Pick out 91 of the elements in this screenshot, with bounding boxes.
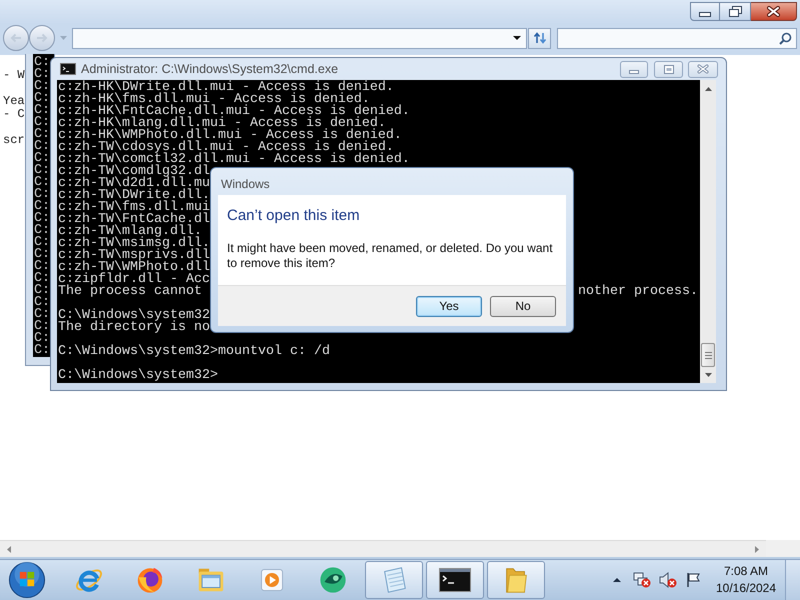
- start-button[interactable]: [6, 560, 48, 600]
- speaker-muted-icon: [659, 572, 677, 588]
- restore-icon: [728, 6, 742, 17]
- console-line: c:zh-TW\mlang.dll.: [58, 226, 202, 238]
- page-text: Yea: [3, 95, 25, 108]
- play-icon: [258, 566, 286, 594]
- dialog-button[interactable]: Yes: [416, 296, 482, 316]
- network-error-icon: [633, 572, 651, 588]
- console-line-fragment: nother process.: [578, 286, 698, 298]
- console-line: C:: [34, 273, 50, 285]
- refresh-icon: [532, 31, 546, 45]
- taskbar-app-button[interactable]: [426, 561, 484, 599]
- console-line: The directory is no: [58, 322, 210, 334]
- console-line: C:: [34, 345, 50, 357]
- console-line: C:: [34, 57, 50, 69]
- minimize-icon: [629, 70, 639, 74]
- scroll-left-icon: [7, 546, 11, 552]
- search-field[interactable]: [557, 28, 797, 48]
- console-line: c:zh-TW\msprivs.dll: [58, 250, 210, 262]
- forward-button[interactable]: [29, 25, 55, 51]
- console-line: C:: [34, 309, 50, 321]
- terminal-icon: [439, 568, 471, 592]
- address-field[interactable]: [72, 28, 527, 48]
- page-text: scr: [3, 134, 25, 147]
- caret-down-icon: [513, 36, 521, 40]
- console-line: C:: [34, 237, 50, 249]
- console-line: C:: [34, 213, 50, 225]
- arrow-right-icon: [36, 33, 48, 43]
- console-line: C:: [34, 285, 50, 297]
- chevron-up-icon: [613, 578, 621, 582]
- console-line: C:: [34, 225, 50, 237]
- console-line: c:zh-TW\msimsg.dll.: [58, 238, 210, 250]
- console-line: C:: [34, 249, 50, 261]
- scrollbar-thumb[interactable]: [701, 343, 715, 367]
- dialog-message: It might have been moved, renamed, or deleted. Do you want to remove this item?: [227, 241, 554, 271]
- console-line: C:: [34, 333, 50, 345]
- console-line: C:: [34, 153, 50, 165]
- console-line: C:: [34, 165, 50, 177]
- close-button[interactable]: [751, 2, 797, 21]
- close-icon: [767, 6, 780, 17]
- close-icon: [697, 64, 709, 74]
- console-line: C:: [34, 189, 50, 201]
- console-line: C:: [34, 117, 50, 129]
- search-icon: [779, 32, 792, 44]
- volume-button[interactable]: [659, 570, 677, 590]
- minimize-icon: [699, 12, 711, 16]
- flag-icon: [686, 572, 702, 588]
- page-text: - C: [3, 108, 25, 121]
- clock-time[interactable]: 7:08 AM: [724, 563, 768, 580]
- arrow-left-icon: [10, 33, 22, 43]
- console-line: c:zipfldr.dll - Acc: [58, 274, 210, 286]
- console-line: C:: [34, 93, 50, 105]
- restore-button[interactable]: [720, 2, 751, 21]
- window-title: Administrator: C:\Windows\System32\cmd.exe: [81, 60, 338, 78]
- scroll-down-icon: [704, 373, 712, 377]
- console-line: C:\Windows\system32: [58, 310, 210, 322]
- flame-globe-icon: [135, 565, 165, 595]
- console-line: C:: [34, 201, 50, 213]
- dialog-button[interactable]: No: [490, 296, 556, 316]
- back-button[interactable]: [3, 25, 29, 51]
- console-line: C:: [34, 321, 50, 333]
- maximize-icon: [664, 64, 674, 74]
- console-line: C:: [34, 81, 50, 93]
- scroll-up-icon: [704, 86, 712, 90]
- maximize-button[interactable]: [654, 60, 683, 78]
- dialog-title: Windows: [221, 177, 271, 191]
- console-line: C:: [34, 141, 50, 153]
- console-line: C:\Windows\system32>mountvol c: /d: [58, 346, 330, 358]
- console-line: C:: [34, 129, 50, 141]
- refresh-button[interactable]: [528, 28, 551, 48]
- network-button[interactable]: [633, 570, 651, 590]
- console-line: c:zh-TW\comdlg32.dl: [58, 166, 210, 178]
- orb-icon: [8, 561, 46, 599]
- console-line: C:\Windows\system32>: [58, 370, 218, 382]
- clock-date[interactable]: 10/16/2024: [716, 580, 776, 597]
- console-line: C:: [34, 261, 50, 273]
- console-line: The process cannot: [58, 286, 202, 298]
- page-text: - W: [3, 69, 25, 82]
- console-line: C:: [34, 297, 50, 309]
- console-line: C:: [34, 177, 50, 189]
- console-line: C:: [34, 105, 50, 117]
- dialog-heading: Can’t open this item: [227, 206, 360, 226]
- scroll-right-icon: [755, 546, 759, 552]
- terminal-icon: [60, 63, 76, 75]
- show-desktop-button[interactable]: [785, 560, 800, 600]
- caret-down-icon: [60, 36, 66, 40]
- eye-logo-icon: [318, 565, 348, 595]
- grip-icon: [704, 352, 712, 358]
- console-line: C:: [34, 69, 50, 81]
- minimize-button[interactable]: [690, 2, 720, 21]
- vertical-scrollbar[interactable]: [700, 80, 716, 383]
